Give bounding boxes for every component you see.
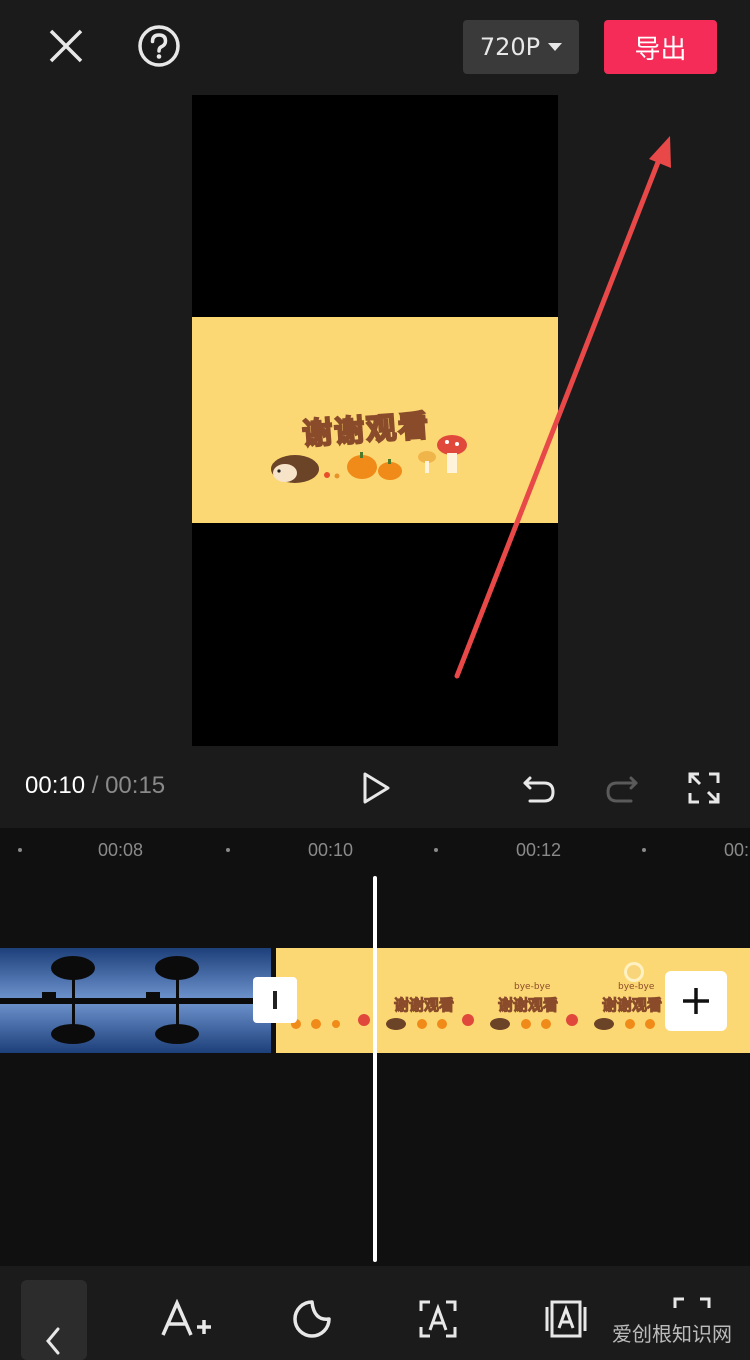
chevron-left-icon (46, 1327, 60, 1355)
plus-icon (683, 988, 709, 1014)
close-button[interactable] (40, 20, 92, 72)
fullscreen-icon (688, 772, 720, 804)
annotation-arrow (454, 136, 671, 679)
ruler-label: 00:10 (308, 840, 354, 860)
ruler-dot (434, 848, 438, 852)
sun-sticker (624, 962, 644, 982)
video-clip-night-tree[interactable] (0, 948, 271, 1053)
ruler-dot (226, 848, 230, 852)
transition-button[interactable] (253, 977, 297, 1023)
play-icon (363, 772, 390, 804)
undo-button[interactable] (517, 766, 561, 810)
export-button[interactable]: 导出 (604, 20, 717, 74)
clip-tag: bye-bye (514, 982, 551, 992)
add-text-icon (161, 1299, 211, 1336)
sticker-icon (293, 1300, 331, 1338)
playhead[interactable] (373, 876, 377, 1262)
time-separator: / (91, 772, 99, 799)
close-icon (49, 29, 83, 63)
redo-button[interactable] (600, 766, 644, 810)
ruler-label: 00:12 (516, 840, 562, 860)
export-label: 导出 (634, 34, 687, 65)
fullscreen-button[interactable] (682, 766, 726, 810)
ruler-dot (18, 848, 22, 852)
transition-icon (273, 991, 277, 1009)
ruler-label: 00:08 (98, 840, 144, 860)
undo-icon (523, 776, 555, 803)
back-button[interactable] (21, 1280, 87, 1360)
play-button[interactable] (354, 766, 398, 810)
help-button[interactable] (133, 20, 185, 72)
time-display: 00:10 / 00:15 (25, 772, 165, 800)
add-text-button[interactable] (158, 1296, 214, 1342)
ruler-label: 00:1 (724, 840, 750, 860)
resolution-label: 720P (479, 33, 541, 61)
help-icon (138, 25, 180, 67)
total-time: 00:15 (105, 772, 166, 799)
current-time: 00:10 (25, 772, 86, 799)
resolution-dropdown[interactable]: 720P (463, 20, 579, 74)
add-clip-button[interactable] (665, 971, 727, 1031)
sticker-button[interactable] (288, 1296, 336, 1342)
auto-caption-button[interactable] (541, 1296, 591, 1342)
text-template-button[interactable] (414, 1296, 462, 1342)
text-template-icon (419, 1300, 457, 1338)
timeline[interactable]: 00:08 00:10 00:12 00:1 (0, 828, 750, 1266)
redo-icon (606, 776, 638, 803)
clip-thumbnails (0, 948, 271, 1053)
watermark: 爱创根知识网 (612, 1322, 732, 1346)
chevron-down-icon (548, 43, 563, 51)
ruler-dot (642, 848, 646, 852)
auto-caption-icon (545, 1300, 587, 1338)
